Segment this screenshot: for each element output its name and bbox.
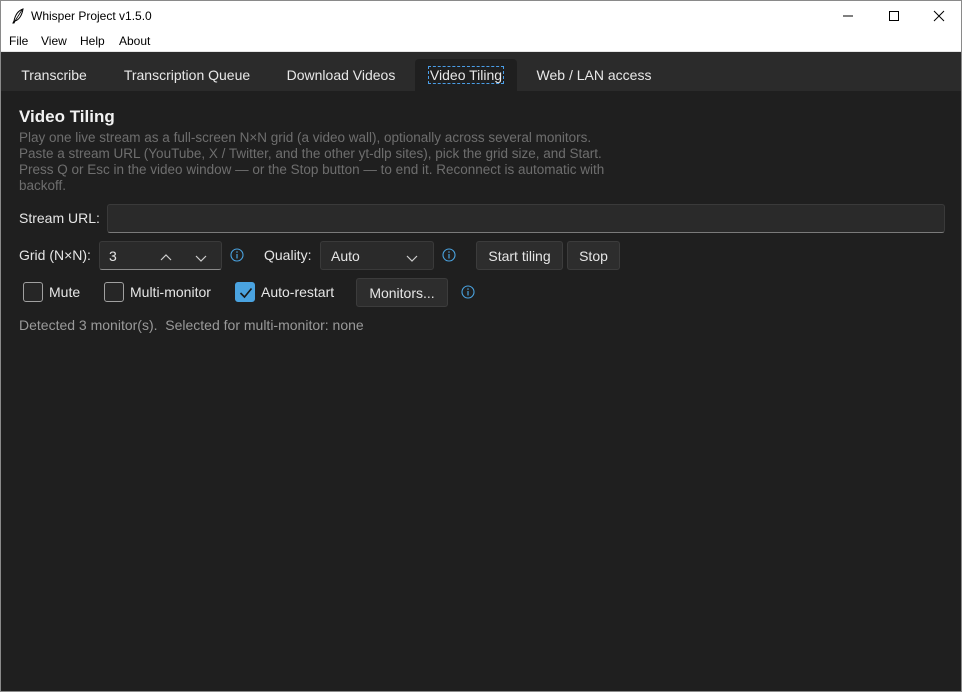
monitors-button[interactable]: Monitors...: [356, 278, 448, 307]
tab-video-tiling-label: Video Tiling: [427, 66, 505, 84]
checkmark-icon: [239, 287, 253, 299]
quality-value: Auto: [331, 248, 360, 264]
chevron-down-icon: [405, 251, 419, 263]
section-title: Video Tiling: [19, 107, 115, 126]
multi-monitor-label[interactable]: Multi-monitor: [130, 284, 211, 300]
minimize-icon: [843, 15, 853, 17]
auto-restart-checkbox[interactable]: [235, 282, 255, 302]
minimize-button[interactable]: [825, 1, 871, 31]
title-bar[interactable]: Whisper Project v1.5.0: [1, 1, 961, 31]
quality-select[interactable]: Auto: [320, 241, 434, 270]
tab-bar: Transcribe Transcription Queue Download …: [1, 52, 961, 91]
close-button[interactable]: [916, 1, 961, 31]
description-line: Play one live stream as a full-screen N×…: [19, 130, 592, 145]
app-window: Whisper Project v1.5.0 File View Help Ab…: [0, 0, 962, 692]
window-title: Whisper Project v1.5.0: [31, 9, 152, 23]
tab-transcription-queue[interactable]: Transcription Queue: [111, 59, 263, 91]
grid-size-spinbox[interactable]: 3: [99, 241, 222, 270]
mute-checkbox[interactable]: [23, 282, 43, 302]
info-icon[interactable]: [230, 248, 244, 262]
menu-bar: File View Help About: [1, 31, 961, 52]
menu-view[interactable]: View: [41, 34, 67, 48]
menu-help[interactable]: Help: [80, 34, 105, 48]
maximize-button[interactable]: [871, 1, 917, 31]
grid-size-label: Grid (N×N):: [19, 247, 91, 263]
chevron-up-icon[interactable]: [157, 251, 175, 263]
video-tiling-panel: Video Tiling Play one live stream as a f…: [1, 91, 961, 691]
menu-file[interactable]: File: [9, 34, 28, 48]
multi-monitor-checkbox[interactable]: [104, 282, 124, 302]
stream-url-label: Stream URL:: [19, 210, 100, 226]
feather-icon: [11, 8, 25, 24]
auto-restart-label[interactable]: Auto-restart: [261, 284, 334, 300]
tab-download-videos[interactable]: Download Videos: [275, 59, 407, 91]
menu-about[interactable]: About: [119, 34, 150, 48]
info-icon[interactable]: [461, 285, 475, 299]
close-icon: [933, 10, 945, 22]
quality-label: Quality:: [264, 247, 312, 263]
monitor-status-text: Detected 3 monitor(s). Selected for mult…: [19, 317, 364, 333]
tab-video-tiling[interactable]: Video Tiling: [415, 59, 517, 91]
tab-transcribe[interactable]: Transcribe: [9, 59, 99, 91]
stop-button[interactable]: Stop: [567, 241, 620, 270]
tab-web-lan-access[interactable]: Web / LAN access: [526, 59, 662, 91]
description-line: Paste a stream URL (YouTube, X / Twitter…: [19, 146, 602, 161]
stream-url-input[interactable]: [107, 204, 945, 233]
description-line: backoff.: [19, 178, 67, 193]
start-tiling-button[interactable]: Start tiling: [476, 241, 563, 270]
chevron-down-icon[interactable]: [192, 251, 210, 263]
grid-size-value: 3: [109, 248, 117, 264]
description-line: Press Q or Esc in the video window — or …: [19, 162, 605, 177]
mute-label[interactable]: Mute: [49, 284, 80, 300]
maximize-icon: [889, 11, 899, 21]
info-icon[interactable]: [442, 248, 456, 262]
